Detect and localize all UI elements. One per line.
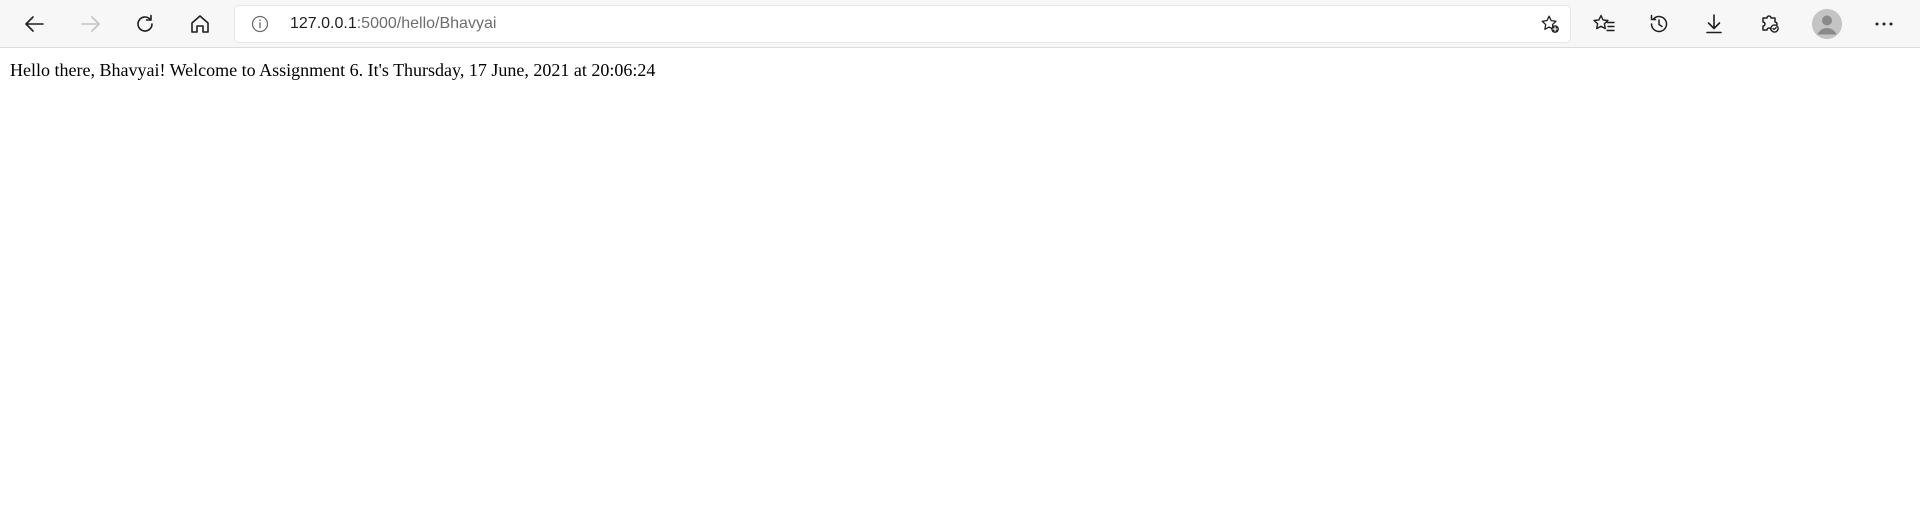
extensions-button[interactable] bbox=[1751, 6, 1787, 42]
site-info-button[interactable] bbox=[249, 13, 271, 35]
browser-toolbar: 127.0.0.1:5000/hello/Bhavyai bbox=[0, 0, 1920, 48]
address-bar[interactable]: 127.0.0.1:5000/hello/Bhavyai bbox=[235, 6, 1570, 42]
add-favorite-button[interactable] bbox=[1538, 12, 1562, 36]
more-menu-icon bbox=[1875, 22, 1893, 26]
refresh-icon bbox=[137, 14, 153, 32]
extensions-icon bbox=[1762, 15, 1779, 33]
page-content: Hello there, Bhavyai! Welcome to Assignm… bbox=[10, 60, 655, 81]
back-button[interactable] bbox=[17, 6, 53, 42]
profile-avatar-icon bbox=[1812, 9, 1842, 39]
download-icon bbox=[1706, 14, 1722, 34]
address-url[interactable]: 127.0.0.1:5000/hello/Bhavyai bbox=[290, 6, 496, 42]
history-icon bbox=[1650, 14, 1668, 33]
back-arrow-icon bbox=[25, 16, 44, 32]
forward-button[interactable] bbox=[72, 6, 108, 42]
history-button[interactable] bbox=[1641, 6, 1677, 42]
forward-arrow-icon bbox=[81, 16, 100, 32]
refresh-button[interactable] bbox=[127, 6, 163, 42]
home-icon bbox=[191, 15, 209, 33]
favorites-button[interactable] bbox=[1586, 6, 1622, 42]
downloads-button[interactable] bbox=[1696, 6, 1732, 42]
info-icon bbox=[251, 15, 269, 33]
home-button[interactable] bbox=[182, 6, 218, 42]
url-path: :5000/hello/Bhavyai bbox=[356, 15, 497, 32]
url-host: 127.0.0.1 bbox=[290, 15, 357, 32]
profile-button[interactable] bbox=[1812, 9, 1842, 39]
favorites-icon bbox=[1593, 14, 1615, 32]
more-menu-button[interactable] bbox=[1866, 6, 1902, 42]
add-favorite-icon bbox=[1541, 15, 1559, 33]
welcome-message: Hello there, Bhavyai! Welcome to Assignm… bbox=[10, 60, 656, 80]
